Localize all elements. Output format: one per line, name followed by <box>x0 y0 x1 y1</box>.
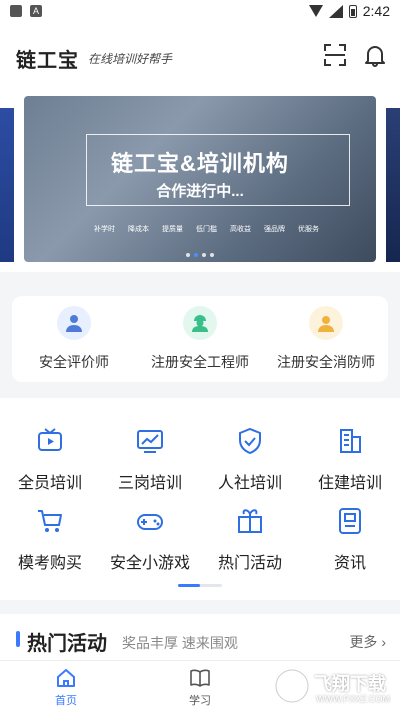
banner-tag: 低门槛 <box>196 226 217 233</box>
menu-item-construction-training[interactable]: 住建培训 <box>300 426 400 493</box>
shield-check-icon <box>239 427 261 455</box>
menu-label: 模考购买 <box>17 555 82 572</box>
gamepad-icon <box>137 514 163 530</box>
app-slogan: 在线培训好帮手 <box>88 52 173 66</box>
banner-tag: 降成本 <box>128 226 149 233</box>
app-logo: 链工宝 <box>16 50 79 72</box>
menu-item-all-staff-training[interactable]: 全员培训 <box>0 426 100 493</box>
banner-tag: 高收益 <box>230 226 251 233</box>
app-notification-icon: A <box>30 5 42 17</box>
tab-label: 首页 <box>55 695 77 707</box>
banner-tag: 强品牌 <box>264 226 285 233</box>
banner-tag: 补学时 <box>94 226 115 233</box>
menu-item-safety-games[interactable]: 安全小游戏 <box>100 506 200 573</box>
next-banner-peek[interactable] <box>386 108 400 262</box>
banner-subtitle: 合作进行中... <box>156 183 244 200</box>
menu-label: 热门活动 <box>217 555 282 572</box>
banner-tags: 补学时 降成本 提质量 低门槛 高收益 强品牌 优服务 <box>94 224 319 234</box>
menu-item-news[interactable]: 资讯 <box>300 506 400 573</box>
banner-tag: 提质量 <box>162 226 183 233</box>
section-title: 热门活动 <box>27 633 107 655</box>
menu-item-mock-exam-purchase[interactable]: 模考购买 <box>0 506 100 573</box>
cert-evaluator[interactable]: 安全评价师 <box>14 306 134 372</box>
firefighter-icon <box>309 306 343 340</box>
tab-study[interactable]: 学习 <box>165 667 235 708</box>
hot-events-section: 热门活动 奖品丰厚 速来围观 更多 › <box>0 614 400 660</box>
menu-item-hot-events[interactable]: 热门活动 <box>200 506 300 573</box>
more-label: 更多 <box>349 634 378 650</box>
carousel-dot-active <box>194 253 198 257</box>
carousel-dot <box>186 253 190 257</box>
watermark: 飞翔下载 WWW.FXXZ.COM <box>272 664 398 708</box>
carousel-indicator <box>24 253 376 257</box>
battery-icon <box>348 4 357 18</box>
cert-firefighter[interactable]: 注册安全消防师 <box>266 306 386 372</box>
building-icon <box>340 429 361 453</box>
cert-label: 安全评价师 <box>39 354 109 370</box>
watermark-text: 飞翔下载 <box>314 674 386 694</box>
cert-label: 注册安全工程师 <box>151 354 249 370</box>
news-icon <box>339 508 361 534</box>
app-header: 链工宝 在线培训好帮手 <box>0 24 400 86</box>
menu-label: 三岗培训 <box>117 475 182 492</box>
function-menu: 全员培训 三岗培训 人社培训 住建培训 模考购买 安全小游戏 热门活动 资讯 <box>0 398 400 600</box>
gift-icon <box>238 509 262 533</box>
cert-label: 注册安全消防师 <box>277 354 375 370</box>
carousel-dot <box>202 253 206 257</box>
section-accent-bar <box>16 631 20 647</box>
menu-label: 安全小游戏 <box>109 555 190 572</box>
menu-page-indicator <box>178 584 222 587</box>
menu-label: 住建培训 <box>317 475 382 492</box>
signal-icon <box>328 4 343 18</box>
evaluator-icon <box>57 306 91 340</box>
chevron-right-icon: › <box>381 634 386 650</box>
notification-icon <box>10 5 22 17</box>
watermark-logo-icon <box>274 668 310 704</box>
menu-label: 资讯 <box>333 555 366 572</box>
status-bar: A 2:42 <box>0 0 400 24</box>
section-subtitle: 奖品丰厚 速来围观 <box>122 635 238 651</box>
prev-banner-peek[interactable] <box>0 108 14 262</box>
banner-slide[interactable]: 链工宝&培训机构 合作进行中... 补学时 降成本 提质量 低门槛 高收益 强品… <box>24 96 376 262</box>
banner-title: 链工宝&培训机构 <box>111 151 289 176</box>
tab-home[interactable]: 首页 <box>31 667 101 708</box>
certification-card: 安全评价师 注册安全工程师 注册安全消防师 <box>12 296 388 382</box>
tab-label: 学习 <box>189 695 211 707</box>
menu-label: 人社培训 <box>217 475 282 492</box>
wifi-icon <box>308 5 323 17</box>
carousel-dot <box>210 253 214 257</box>
scan-icon[interactable] <box>322 42 348 68</box>
chart-screen-icon <box>137 430 163 453</box>
menu-item-hr-social-training[interactable]: 人社培训 <box>200 426 300 493</box>
status-time: 2:42 <box>362 3 390 19</box>
bell-icon[interactable] <box>362 42 388 68</box>
cart-icon <box>38 510 62 532</box>
more-link[interactable]: 更多 › <box>349 632 386 652</box>
home-icon <box>57 669 75 687</box>
banner-tag: 优服务 <box>298 226 319 233</box>
video-play-icon <box>38 428 62 451</box>
book-icon <box>190 669 210 687</box>
engineer-icon <box>183 306 217 340</box>
banner-carousel[interactable]: 链工宝&培训机构 合作进行中... 补学时 降成本 提质量 低门槛 高收益 强品… <box>0 86 400 272</box>
menu-item-three-post-training[interactable]: 三岗培训 <box>100 426 200 493</box>
menu-label: 全员培训 <box>17 475 82 492</box>
cert-engineer[interactable]: 注册安全工程师 <box>140 306 260 372</box>
watermark-url: WWW.FXXZ.COM <box>316 694 390 704</box>
